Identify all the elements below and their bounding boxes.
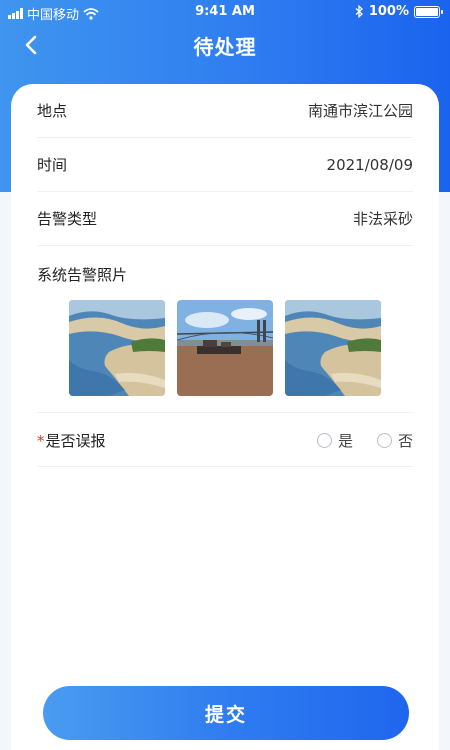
page-title: 待处理 (193, 35, 257, 59)
alarm-photo-2[interactable] (177, 300, 273, 396)
detail-row-location: 地点 南通市滨江公园 (37, 84, 413, 138)
divider (37, 466, 413, 467)
detail-card: 地点 南通市滨江公园 时间 2021/08/09 告警类型 非法采砂 系统告警照… (11, 84, 439, 750)
divider (37, 412, 413, 413)
detail-row-time: 时间 2021/08/09 (37, 138, 413, 192)
battery-percent: 100% (368, 4, 409, 19)
status-right: 100% (355, 4, 443, 19)
time-value: 2021/08/09 (326, 155, 413, 174)
location-label: 地点 (37, 102, 68, 120)
false-alarm-options: 是 否 (316, 430, 413, 451)
submit-button[interactable]: 提交 (43, 686, 409, 740)
option-yes-label: 是 (337, 431, 353, 450)
false-alarm-label: 是否误报 (45, 431, 106, 450)
alarm-photo-1[interactable] (69, 300, 165, 396)
option-no-label: 否 (397, 431, 413, 450)
required-mark: * (37, 431, 45, 450)
alarm-type-label: 告警类型 (37, 210, 98, 228)
location-value: 南通市滨江公园 (307, 102, 413, 120)
false-alarm-label-group: *是否误报 (37, 430, 106, 451)
battery-icon (414, 5, 443, 18)
option-no[interactable]: 否 (376, 430, 413, 451)
option-yes[interactable]: 是 (316, 430, 353, 451)
detail-row-alarm-type: 告警类型 非法采砂 (37, 192, 413, 246)
photos-label: 系统告警照片 (37, 266, 128, 284)
radio-no[interactable] (376, 432, 392, 448)
nav-bar: 待处理 (0, 26, 450, 62)
time-label: 时间 (37, 156, 68, 174)
alarm-type-value: 非法采砂 (352, 210, 413, 228)
false-alarm-row: *是否误报 是 否 (37, 414, 413, 466)
radio-yes[interactable] (316, 432, 332, 448)
photo-gallery (69, 300, 381, 396)
alarm-photo-3[interactable] (285, 300, 381, 396)
status-bar: 中国移动 9:41 AM 100% (0, 0, 450, 26)
bluetooth-icon (355, 5, 363, 18)
